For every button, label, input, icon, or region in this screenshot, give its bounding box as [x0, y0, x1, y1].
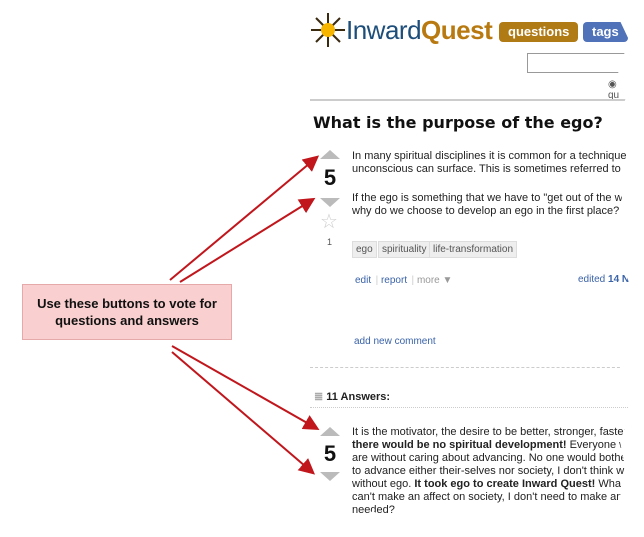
- annotation-arrows: [169, 155, 320, 475]
- arrow: [179, 197, 316, 283]
- callout-box: Use these buttons to vote for questions …: [22, 284, 232, 340]
- arrow: [169, 155, 320, 281]
- arrow: [171, 351, 316, 475]
- arrow: [171, 345, 320, 430]
